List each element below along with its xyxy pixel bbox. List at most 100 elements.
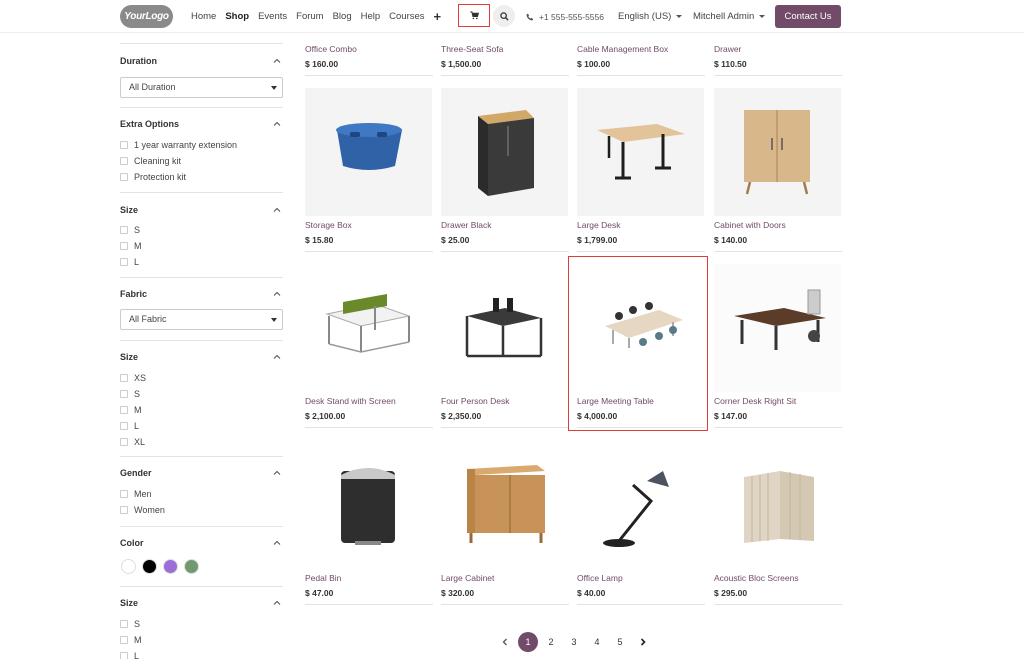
filter-title[interactable]: Gender: [120, 468, 152, 478]
option-size-l[interactable]: L: [120, 420, 139, 432]
checkbox[interactable]: [120, 422, 128, 430]
filter-title[interactable]: Color: [120, 538, 144, 548]
checkbox[interactable]: [120, 490, 128, 498]
product-name[interactable]: Office Lamp: [577, 573, 623, 583]
checkbox[interactable]: [120, 652, 128, 659]
filter-title[interactable]: Size: [120, 598, 138, 608]
chevron-up-icon[interactable]: [273, 599, 281, 607]
product-name[interactable]: Three-Seat Sofa: [441, 44, 503, 54]
contact-us-button[interactable]: Contact Us: [775, 5, 841, 28]
color-swatch-white[interactable]: [121, 559, 136, 574]
checkbox[interactable]: [120, 506, 128, 514]
product-name[interactable]: Pedal Bin: [305, 573, 341, 583]
product-image[interactable]: [714, 264, 841, 392]
page-2[interactable]: 2: [541, 632, 561, 652]
product-name[interactable]: Drawer: [714, 44, 741, 54]
nav-help[interactable]: Help: [361, 11, 381, 22]
option-cleaning-kit[interactable]: Cleaning kit: [120, 155, 181, 167]
option-size-m[interactable]: M: [120, 634, 142, 646]
option-women[interactable]: Women: [120, 504, 165, 516]
product-image[interactable]: [441, 264, 568, 392]
option-men[interactable]: Men: [120, 488, 152, 500]
checkbox[interactable]: [120, 620, 128, 628]
filter-title[interactable]: Size: [120, 205, 138, 215]
color-swatch-green[interactable]: [184, 559, 199, 574]
nav-events[interactable]: Events: [258, 11, 287, 22]
filter-title[interactable]: Duration: [120, 56, 157, 66]
chevron-up-icon[interactable]: [273, 469, 281, 477]
fabric-select[interactable]: All Fabric: [120, 309, 283, 330]
checkbox[interactable]: [120, 173, 128, 181]
product-name[interactable]: Four Person Desk: [441, 396, 510, 406]
product-name[interactable]: Office Combo: [305, 44, 357, 54]
filter-title[interactable]: Extra Options: [120, 119, 179, 129]
user-menu[interactable]: Mitchell Admin: [693, 0, 766, 33]
product-name[interactable]: Desk Stand with Screen: [305, 396, 396, 406]
product-image[interactable]: [305, 264, 432, 392]
checkbox[interactable]: [120, 636, 128, 644]
product-name[interactable]: Large Cabinet: [441, 573, 494, 583]
page-3[interactable]: 3: [564, 632, 584, 652]
page-1[interactable]: 1: [518, 632, 538, 652]
duration-select[interactable]: All Duration: [120, 77, 283, 98]
option-size-xl[interactable]: XL: [120, 436, 145, 448]
product-image[interactable]: [441, 88, 568, 216]
language-selector[interactable]: English (US): [618, 0, 683, 33]
option-size-l[interactable]: L: [120, 650, 139, 659]
product-name[interactable]: Storage Box: [305, 220, 352, 230]
nav-add-icon[interactable]: +: [434, 9, 442, 24]
option-size-s[interactable]: S: [120, 618, 140, 630]
chevron-up-icon[interactable]: [273, 57, 281, 65]
option-size-xs[interactable]: XS: [120, 372, 146, 384]
nav-courses[interactable]: Courses: [389, 11, 424, 22]
page-4[interactable]: 4: [587, 632, 607, 652]
prev-page-button[interactable]: [495, 632, 515, 652]
next-page-button[interactable]: [633, 632, 653, 652]
product-image[interactable]: [305, 441, 432, 569]
product-name[interactable]: Acoustic Bloc Screens: [714, 573, 799, 583]
product-name[interactable]: Cable Management Box: [577, 44, 668, 54]
option-size-m[interactable]: M: [120, 404, 142, 416]
product-name[interactable]: Drawer Black: [441, 220, 492, 230]
chevron-up-icon[interactable]: [273, 290, 281, 298]
phone-link[interactable]: +1 555-555-5556: [526, 0, 604, 33]
option-size-m[interactable]: M: [120, 240, 142, 252]
cart-button[interactable]: [458, 4, 490, 27]
option-protection-kit[interactable]: Protection kit: [120, 171, 186, 183]
color-swatch-black[interactable]: [142, 559, 157, 574]
option-size-l[interactable]: L: [120, 256, 139, 268]
color-swatch-purple[interactable]: [163, 559, 178, 574]
checkbox[interactable]: [120, 390, 128, 398]
product-image[interactable]: [577, 88, 704, 216]
nav-blog[interactable]: Blog: [333, 11, 352, 22]
nav-home[interactable]: Home: [191, 11, 216, 22]
product-image[interactable]: [714, 441, 841, 569]
chevron-up-icon[interactable]: [273, 353, 281, 361]
product-name[interactable]: Corner Desk Right Sit: [714, 396, 796, 406]
checkbox[interactable]: [120, 406, 128, 414]
product-image[interactable]: [305, 88, 432, 216]
product-image[interactable]: [577, 441, 704, 569]
product-image[interactable]: [714, 88, 841, 216]
filter-title[interactable]: Size: [120, 352, 138, 362]
page-5[interactable]: 5: [610, 632, 630, 652]
chevron-up-icon[interactable]: [273, 539, 281, 547]
checkbox[interactable]: [120, 157, 128, 165]
checkbox[interactable]: [120, 438, 128, 446]
option-warranty[interactable]: 1 year warranty extension: [120, 139, 237, 151]
product-name[interactable]: Cabinet with Doors: [714, 220, 786, 230]
site-logo[interactable]: YourLogo: [120, 5, 173, 28]
checkbox[interactable]: [120, 141, 128, 149]
checkbox[interactable]: [120, 242, 128, 250]
checkbox[interactable]: [120, 374, 128, 382]
product-name[interactable]: Large Desk: [577, 220, 620, 230]
checkbox[interactable]: [120, 226, 128, 234]
nav-forum[interactable]: Forum: [296, 11, 323, 22]
filter-title[interactable]: Fabric: [120, 289, 147, 299]
checkbox[interactable]: [120, 258, 128, 266]
nav-shop[interactable]: Shop: [225, 11, 249, 22]
search-button[interactable]: [493, 5, 515, 27]
option-size-s[interactable]: S: [120, 224, 140, 236]
product-image[interactable]: [441, 441, 568, 569]
chevron-up-icon[interactable]: [273, 206, 281, 214]
